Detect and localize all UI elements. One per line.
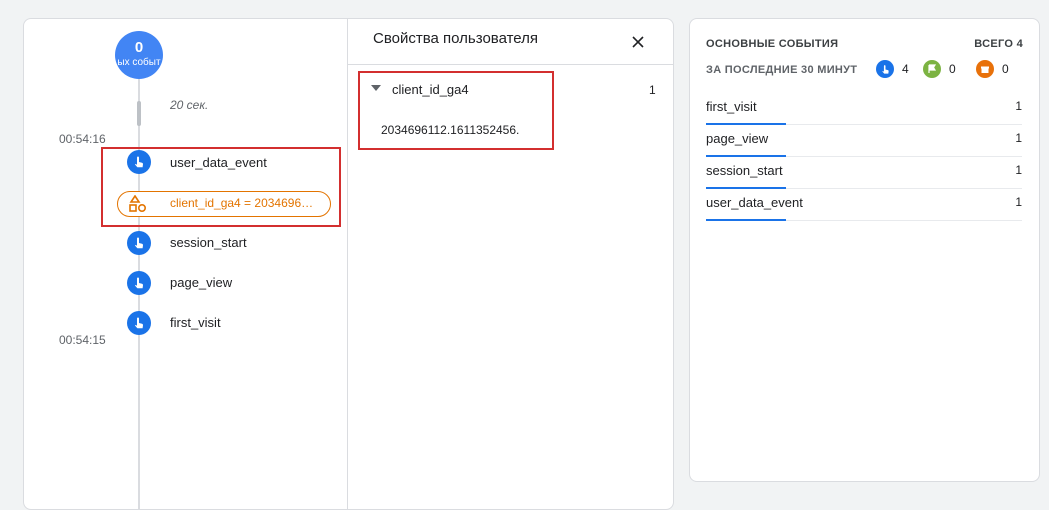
event-name: page_view: [706, 131, 769, 146]
touch-icon[interactable]: [127, 231, 151, 255]
event-count-bar: [706, 219, 786, 221]
event-name: user_data_event: [706, 195, 803, 210]
list-item[interactable]: user_data_event 1: [706, 188, 1022, 221]
user-property-count: 1: [649, 83, 656, 97]
event-label[interactable]: first_visit: [170, 315, 221, 330]
event-label[interactable]: page_view: [170, 275, 232, 290]
list-item[interactable]: first_visit 1: [706, 92, 1022, 125]
events-counter-value: 0: [134, 39, 144, 56]
event-count: 1: [1015, 163, 1022, 177]
event-count: 1: [1015, 195, 1022, 209]
timestamp-label: 00:54:16: [59, 132, 106, 146]
list-item[interactable]: page_view 1: [706, 124, 1022, 157]
timeline-scroll-thumb[interactable]: [137, 101, 141, 126]
gift-icon: [976, 60, 994, 78]
events-counter-label: ых событ: [117, 57, 161, 68]
touch-icon[interactable]: [127, 271, 151, 295]
panel-divider: [347, 19, 348, 509]
event-count: 1: [1015, 99, 1022, 113]
event-count: 1: [1015, 131, 1022, 145]
stat-events: 4: [876, 60, 909, 78]
highlight-box: [101, 147, 341, 227]
event-name: first_visit: [706, 99, 757, 114]
events-counter-bubble[interactable]: 0 ых событ: [115, 31, 163, 79]
stat-conversions: 0: [923, 60, 956, 78]
close-icon[interactable]: [628, 32, 648, 52]
time-gap-label: 20 сек.: [170, 98, 209, 112]
event-name: session_start: [706, 163, 783, 178]
stat-value: 0: [1002, 62, 1009, 76]
stat-value: 4: [902, 62, 909, 76]
top-events-total: ВСЕГО 4: [974, 38, 1023, 50]
top-events-card: ОСНОВНЫЕ СОБЫТИЯ ВСЕГО 4 ЗА ПОСЛЕДНИЕ 30…: [689, 18, 1040, 482]
event-label[interactable]: session_start: [170, 235, 247, 250]
panel-header-divider: [348, 64, 673, 65]
debug-view-panel: 0 ых событ 20 сек. 00:54:16 00:54:15 use…: [23, 18, 674, 510]
list-item[interactable]: session_start 1: [706, 156, 1022, 189]
flag-icon: [923, 60, 941, 78]
touch-icon[interactable]: [127, 311, 151, 335]
stat-errors: 0: [976, 60, 1009, 78]
timestamp-label: 00:54:15: [59, 333, 106, 347]
top-events-title: ОСНОВНЫЕ СОБЫТИЯ: [706, 38, 839, 50]
top-events-subtitle: ЗА ПОСЛЕДНИЕ 30 МИНУТ: [706, 64, 858, 76]
stat-value: 0: [949, 62, 956, 76]
user-properties-title: Свойства пользователя: [373, 30, 539, 47]
highlight-box: [358, 71, 554, 150]
touch-icon: [876, 60, 894, 78]
